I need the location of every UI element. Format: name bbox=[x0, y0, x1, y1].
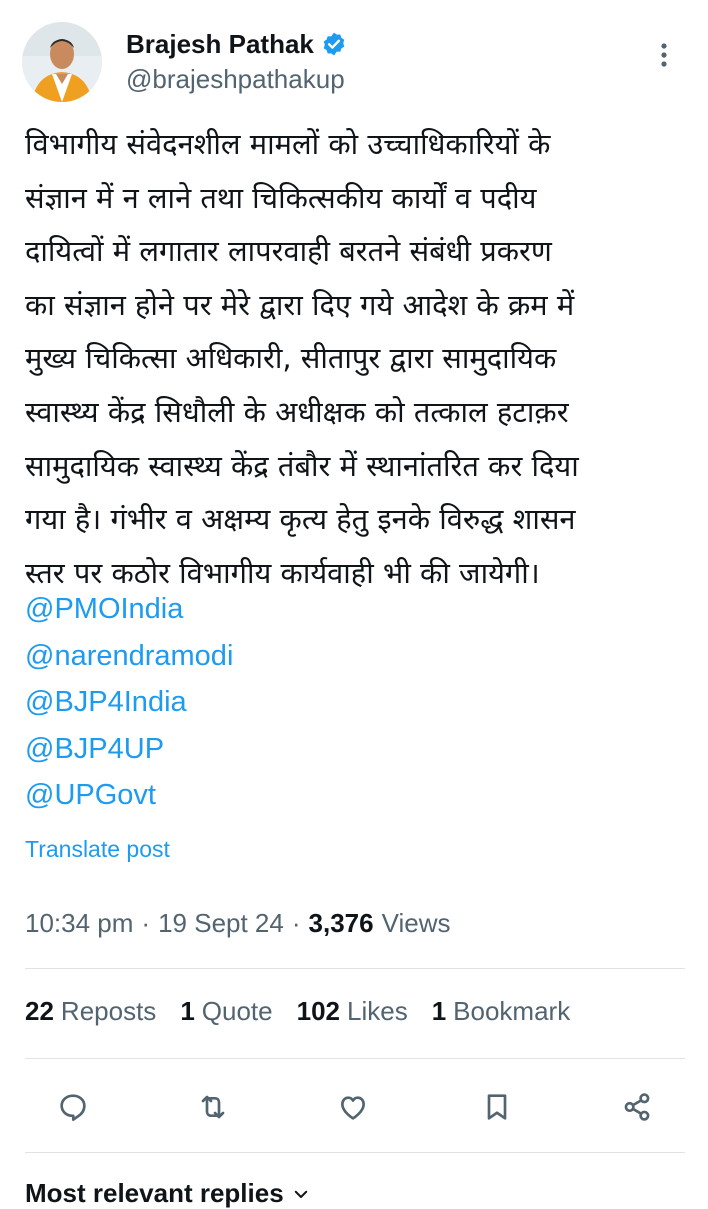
divider bbox=[25, 1058, 685, 1059]
bookmarks-label: Bookmark bbox=[453, 996, 571, 1026]
views-label: Views bbox=[381, 908, 451, 938]
likes-label: Likes bbox=[347, 996, 408, 1026]
quotes-label: Quote bbox=[201, 996, 273, 1026]
tweet-header: Brajesh Pathak @brajeshpathakup bbox=[0, 0, 708, 110]
replies-sort-label: Most relevant replies bbox=[25, 1178, 284, 1208]
mention-link[interactable]: @narendramodi bbox=[25, 633, 233, 680]
reposts-count: 22 bbox=[25, 996, 54, 1026]
separator-dot: · bbox=[291, 908, 301, 938]
mention-link[interactable]: @BJP4UP bbox=[25, 726, 233, 773]
author-handle[interactable]: @brajeshpathakup bbox=[126, 64, 345, 95]
author-name[interactable]: Brajesh Pathak bbox=[126, 29, 314, 60]
author-avatar[interactable] bbox=[22, 22, 102, 102]
more-options-icon[interactable] bbox=[652, 40, 676, 70]
bookmarks-stat[interactable]: 1 Bookmark bbox=[432, 996, 571, 1027]
verified-badge-icon bbox=[323, 32, 345, 56]
tweet-mentions: @PMOIndia @narendramodi @BJP4India @BJP4… bbox=[25, 586, 233, 819]
action-bar bbox=[0, 1082, 708, 1132]
quotes-stat[interactable]: 1 Quote bbox=[180, 996, 272, 1027]
repost-button[interactable] bbox=[193, 1087, 233, 1127]
like-button[interactable] bbox=[333, 1087, 373, 1127]
bookmark-icon bbox=[487, 1094, 507, 1120]
bookmark-button[interactable] bbox=[477, 1087, 517, 1127]
mention-link[interactable]: @UPGovt bbox=[25, 772, 233, 819]
engagement-stats: 22 Reposts 1 Quote 102 Likes 1 Bookmark bbox=[25, 996, 594, 1027]
reply-icon bbox=[60, 1094, 86, 1121]
divider bbox=[25, 968, 685, 969]
tweet-meta: 10:34 pm · 19 Sept 24 · 3,376 Views bbox=[25, 908, 451, 939]
bookmarks-count: 1 bbox=[431, 996, 447, 1026]
likes-stat[interactable]: 102 Likes bbox=[297, 996, 408, 1027]
replies-sort-dropdown[interactable]: Most relevant replies bbox=[25, 1178, 310, 1209]
author-name-row[interactable]: Brajesh Pathak bbox=[126, 26, 347, 62]
like-icon bbox=[341, 1096, 365, 1120]
tweet-body-text: विभागीय संवेदनशील मामलों को उच्चाधिकारिय… bbox=[25, 127, 579, 590]
likes-count: 102 bbox=[296, 996, 340, 1026]
reposts-stat[interactable]: 22 Reposts bbox=[25, 996, 156, 1027]
mention-link[interactable]: @BJP4India bbox=[25, 679, 233, 726]
person-avatar-icon bbox=[22, 22, 102, 102]
quotes-count: 1 bbox=[180, 996, 195, 1026]
mention-link[interactable]: @PMOIndia bbox=[25, 586, 233, 633]
share-button[interactable] bbox=[617, 1087, 657, 1127]
repost-icon bbox=[201, 1095, 225, 1119]
reposts-label: Reposts bbox=[60, 996, 157, 1026]
views-count: 3,376 bbox=[308, 908, 374, 938]
share-icon bbox=[624, 1093, 650, 1121]
tweet-date[interactable]: 19 Sept 24 bbox=[158, 908, 284, 939]
translate-post-link[interactable]: Translate post bbox=[25, 836, 170, 863]
tweet-time[interactable]: 10:34 pm bbox=[25, 908, 133, 939]
divider bbox=[25, 1152, 685, 1153]
separator-dot: · bbox=[141, 908, 151, 938]
reply-button[interactable] bbox=[53, 1087, 93, 1127]
